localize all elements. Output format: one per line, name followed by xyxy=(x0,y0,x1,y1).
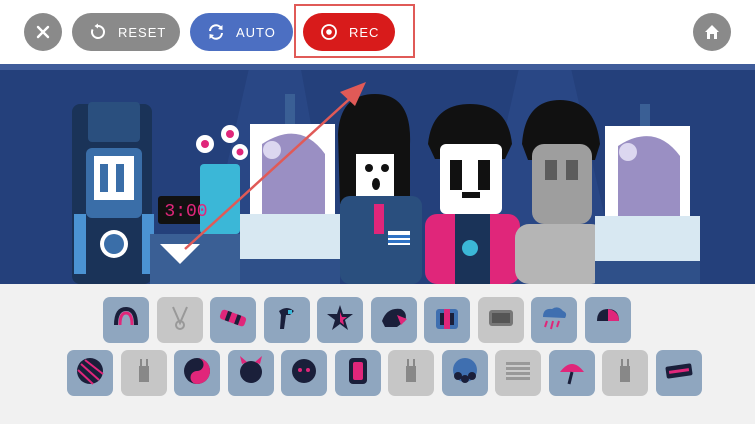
palette-tile-banner[interactable] xyxy=(655,350,702,396)
plug-icon xyxy=(394,354,428,393)
palette-tile-plug[interactable] xyxy=(602,350,648,396)
palette-tile-mirror[interactable] xyxy=(334,350,381,396)
star-icon xyxy=(323,301,357,340)
character-stage: 3:00 xyxy=(0,64,755,284)
ball-icon xyxy=(73,354,107,393)
auto-button[interactable]: AUTO xyxy=(190,13,293,51)
yin-yang-icon xyxy=(180,354,214,393)
rain-cloud-icon xyxy=(537,301,571,340)
home-icon xyxy=(705,25,719,39)
suit-jacket-icon xyxy=(430,301,464,340)
candy-stripe-icon xyxy=(216,301,250,340)
palette-tile-headphones[interactable] xyxy=(103,297,149,343)
palette-tile-ball[interactable] xyxy=(67,350,113,396)
reset-icon xyxy=(88,22,108,42)
palette-tile-flower-head[interactable] xyxy=(281,350,327,396)
plug-icon xyxy=(608,354,642,393)
home-button[interactable] xyxy=(693,13,731,51)
plug-icon xyxy=(127,354,161,393)
rec-highlight-box xyxy=(294,4,415,58)
palette-tile-umbrella[interactable] xyxy=(548,350,595,396)
palette-tile-plug[interactable] xyxy=(120,350,167,396)
palette-tile-curly-hair[interactable] xyxy=(441,350,488,396)
palette-tile-flag[interactable] xyxy=(495,350,541,396)
flag-icon xyxy=(501,354,535,393)
palette-tile-devil-head[interactable] xyxy=(227,350,274,396)
palette-tile-wig[interactable] xyxy=(370,297,417,343)
close-icon xyxy=(36,25,50,39)
palette-tile-plug[interactable] xyxy=(388,350,434,396)
palette-tile-necklace[interactable] xyxy=(156,297,203,343)
auto-label: AUTO xyxy=(236,24,276,40)
flower-head-icon xyxy=(287,354,321,393)
palette-tile-hair-dryer[interactable] xyxy=(263,297,310,343)
umbrella-icon xyxy=(555,354,589,393)
top-toolbar: RESET AUTO REC xyxy=(0,0,755,64)
mirror-icon xyxy=(341,354,375,393)
close-button[interactable] xyxy=(24,13,62,51)
palette-tile-alarm-clock[interactable] xyxy=(477,297,524,343)
palette-tile-suit-jacket[interactable] xyxy=(424,297,470,343)
hat-icon xyxy=(591,301,625,340)
alarm-clock-icon xyxy=(484,301,518,340)
palette-tile-star[interactable] xyxy=(317,297,363,343)
headphones-icon xyxy=(109,301,143,340)
reset-button[interactable]: RESET xyxy=(72,13,180,51)
palette-tile-hat[interactable] xyxy=(584,297,631,343)
necklace-icon xyxy=(163,301,197,340)
devil-head-icon xyxy=(234,354,268,393)
hair-dryer-icon xyxy=(270,301,304,340)
palette-tile-candy-stripe[interactable] xyxy=(210,297,256,343)
wig-icon xyxy=(377,301,411,340)
annotation-arrow xyxy=(184,82,366,250)
curly-hair-icon xyxy=(448,354,482,393)
palette-tile-rain-cloud[interactable] xyxy=(531,297,577,343)
auto-loop-icon xyxy=(206,22,226,42)
reset-label: RESET xyxy=(118,24,167,40)
banner-icon xyxy=(662,354,696,393)
palette-tile-yin-yang[interactable] xyxy=(174,350,220,396)
